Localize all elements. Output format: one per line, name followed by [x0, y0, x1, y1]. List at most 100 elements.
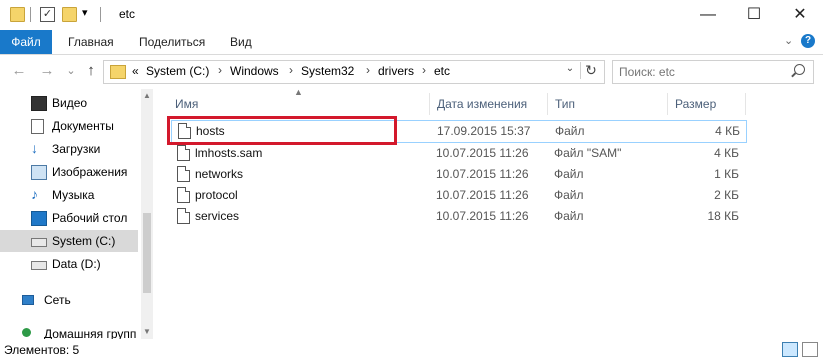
file-name: networks — [195, 167, 244, 181]
file-list: ▲ Имя Дата изменения Тип Размер hosts 17… — [153, 87, 823, 339]
column-divider[interactable] — [745, 93, 746, 115]
chevron-right-icon[interactable]: › — [218, 63, 222, 77]
chevron-right-icon[interactable]: › — [366, 63, 370, 77]
sidebar-item-video[interactable]: Видео — [0, 92, 138, 114]
breadcrumb-system32[interactable]: System32 — [301, 64, 354, 78]
file-type: Файл — [554, 188, 584, 202]
documents-icon — [31, 119, 44, 134]
sort-ascending-icon: ▲ — [294, 87, 303, 97]
sidebar-item-system-c[interactable]: System (C:) — [0, 230, 138, 252]
column-header-name[interactable]: Имя — [175, 97, 198, 111]
homegroup-icon — [22, 328, 31, 337]
navigation-pane: Видео Документы ↓ Загрузки Изображения ♪… — [0, 89, 140, 341]
file-type: Файл — [554, 209, 584, 223]
sidebar-item-data-d[interactable]: Data (D:) — [0, 253, 138, 275]
sidebar-item-label: System (C:) — [52, 234, 116, 248]
file-modified: 17.09.2015 15:37 — [437, 124, 531, 138]
drive-c-icon — [31, 238, 47, 247]
pictures-icon — [31, 165, 47, 180]
chevron-right-icon[interactable]: › — [289, 63, 293, 77]
address-bar[interactable]: « System (C:) › Windows › System32 › dri… — [103, 60, 605, 84]
file-row-protocol[interactable]: protocol 10.07.2015 11:26 Файл 2 КБ — [171, 185, 745, 206]
sidebar-item-documents[interactable]: Документы — [0, 115, 138, 137]
maximize-button[interactable]: ☐ — [731, 0, 777, 30]
sidebar-item-pictures[interactable]: Изображения — [0, 161, 138, 183]
file-size: 2 КБ — [714, 188, 739, 202]
search-box[interactable] — [612, 60, 814, 84]
column-header-size[interactable]: Размер — [675, 97, 716, 111]
qat-dropdown-icon[interactable]: ▾ — [82, 6, 88, 19]
file-row-lmhosts[interactable]: lmhosts.sam 10.07.2015 11:26 Файл "SAM" … — [171, 143, 745, 164]
divider — [100, 7, 101, 22]
forward-button[interactable]: → — [38, 62, 56, 79]
address-row: ← → ⌄ ↑ « System (C:) › Windows › System… — [0, 55, 823, 89]
scrollbar-thumb[interactable] — [143, 213, 151, 293]
breadcrumb-system-c[interactable]: System (C:) — [146, 64, 209, 78]
sidebar-item-label: Документы — [52, 119, 114, 133]
help-icon[interactable]: ? — [801, 34, 815, 48]
sidebar-item-label: Видео — [52, 96, 88, 110]
file-name: lmhosts.sam — [195, 146, 263, 160]
file-row-services[interactable]: services 10.07.2015 11:26 Файл 18 КБ — [171, 206, 745, 227]
recent-locations-button[interactable]: ⌄ — [62, 64, 80, 77]
file-icon — [177, 208, 190, 224]
file-size: 18 КБ — [707, 209, 739, 223]
file-size: 4 КБ — [715, 124, 740, 138]
file-row-networks[interactable]: networks 10.07.2015 11:26 Файл 1 КБ — [171, 164, 745, 185]
breadcrumb-overflow[interactable]: « — [132, 64, 139, 78]
network-icon — [22, 295, 34, 305]
sidebar-item-desktop[interactable]: Рабочий стол — [0, 207, 138, 229]
chevron-right-icon[interactable]: › — [422, 63, 426, 77]
file-size: 4 КБ — [714, 146, 739, 160]
file-modified: 10.07.2015 11:26 — [436, 167, 529, 181]
large-icons-view-icon[interactable] — [802, 342, 818, 357]
search-input[interactable] — [613, 61, 791, 83]
column-divider[interactable] — [547, 93, 548, 115]
close-button[interactable]: ✕ — [777, 0, 823, 30]
tab-home[interactable]: Главная — [68, 30, 114, 54]
title-bar: ✓ ▾ etc — ☐ ✕ — [0, 0, 823, 30]
tab-share[interactable]: Поделиться — [139, 30, 205, 54]
status-bar: Элементов: 5 — [0, 339, 823, 360]
sidebar-scrollbar[interactable]: ▲ ▼ — [141, 89, 153, 339]
file-type: Файл — [554, 167, 584, 181]
sidebar-item-network[interactable]: Сеть — [0, 289, 138, 311]
search-icon[interactable] — [794, 64, 805, 75]
column-divider[interactable] — [429, 93, 430, 115]
tab-file[interactable]: Файл — [0, 30, 52, 54]
refresh-icon[interactable]: ↻ — [580, 62, 601, 79]
sidebar-item-downloads[interactable]: ↓ Загрузки — [0, 138, 138, 160]
scroll-up-icon[interactable]: ▲ — [141, 91, 153, 100]
tab-view[interactable]: Вид — [230, 30, 252, 54]
file-name: protocol — [195, 188, 238, 202]
sidebar-item-label: Рабочий стол — [52, 211, 128, 225]
collapse-ribbon-icon[interactable]: ⌄ — [784, 34, 793, 47]
drive-d-icon — [31, 261, 47, 270]
properties-icon[interactable]: ✓ — [40, 7, 55, 22]
file-modified: 10.07.2015 11:26 — [436, 188, 529, 202]
file-type: Файл — [555, 124, 585, 138]
sidebar-item-music[interactable]: ♪ Музыка — [0, 184, 138, 206]
breadcrumb-windows[interactable]: Windows — [230, 64, 279, 78]
divider — [30, 7, 31, 22]
address-dropdown-icon[interactable]: ⌄ — [562, 63, 578, 74]
details-view-icon[interactable] — [782, 342, 798, 357]
column-divider[interactable] — [667, 93, 668, 115]
up-button[interactable]: ↑ — [82, 62, 100, 79]
breadcrumb-drivers[interactable]: drivers — [378, 64, 414, 78]
sidebar-item-label: Сеть — [44, 293, 71, 307]
sidebar-item-label: Музыка — [52, 188, 95, 202]
file-modified: 10.07.2015 11:26 — [436, 146, 529, 160]
back-button[interactable]: ← — [10, 62, 28, 79]
column-header-date[interactable]: Дата изменения — [437, 97, 527, 111]
sidebar-item-label: Изображения — [52, 165, 128, 179]
window-title: etc — [119, 7, 136, 21]
scroll-down-icon[interactable]: ▼ — [141, 327, 153, 336]
new-folder-icon[interactable] — [62, 7, 77, 22]
minimize-button[interactable]: — — [685, 0, 731, 30]
file-icon — [177, 145, 190, 161]
folder-icon — [110, 65, 126, 79]
breadcrumb-etc[interactable]: etc — [434, 64, 450, 78]
column-header-type[interactable]: Тип — [555, 97, 575, 111]
sidebar-item-label: Загрузки — [52, 142, 101, 156]
